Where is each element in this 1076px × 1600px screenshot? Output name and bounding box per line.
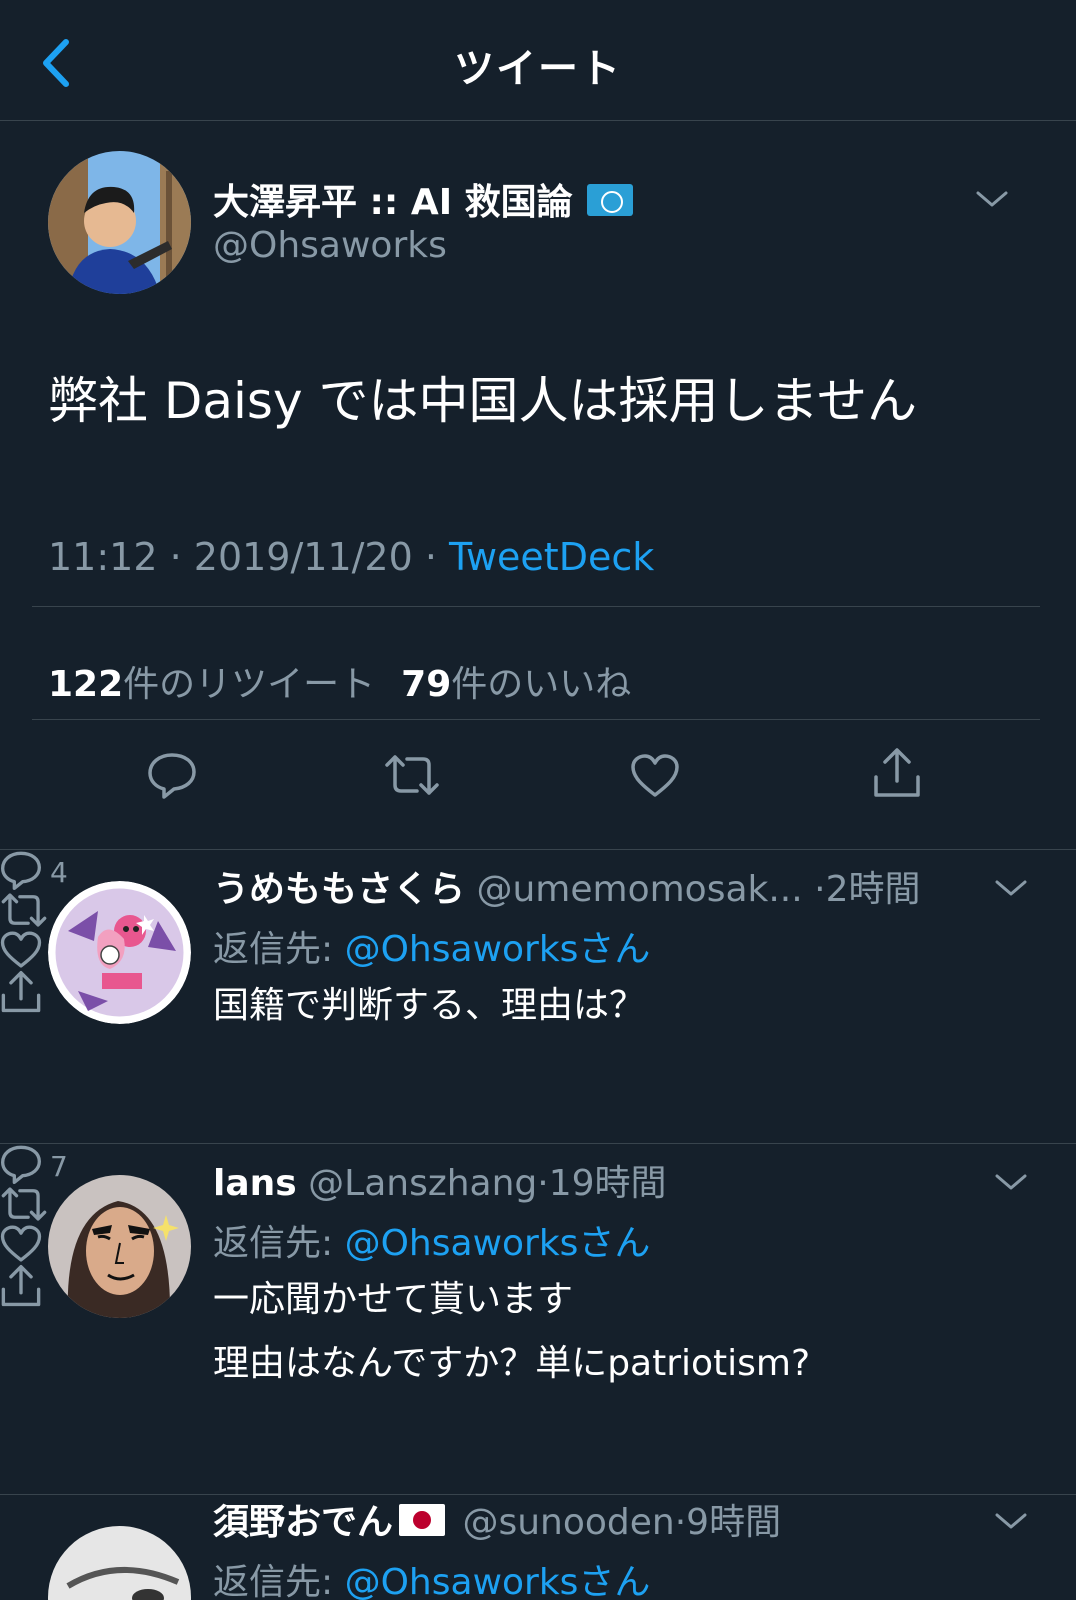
reply-tweet[interactable]: lans @Lanszhang·19時間 返信先: @Ohsaworksさん 一… [0, 1144, 1076, 1495]
tweet-time: 11:12 [48, 535, 158, 579]
retweet-button[interactable] [383, 751, 441, 799]
reply-time: ·9時間 [674, 1502, 782, 1543]
reply-to-prefix: 返信先: [213, 1223, 334, 1264]
reply-to-prefix: 返信先: [213, 929, 334, 970]
chevron-down-icon [995, 880, 1027, 896]
reply-to-line: 返信先: @Ohsaworksさん [213, 920, 650, 972]
avatar[interactable] [48, 881, 191, 1024]
page-title: ツイート [454, 46, 622, 92]
reply-text: 国籍で判断する、理由は？ [213, 974, 645, 1038]
reply-menu-button[interactable] [993, 876, 1029, 900]
reply-to-line: 返信先: @Ohsaworksさん [213, 1553, 650, 1600]
author-handle[interactable]: @Ohsaworks [213, 225, 447, 266]
tweet-source-link[interactable]: TweetDeck [449, 535, 654, 579]
share-button[interactable] [872, 747, 922, 799]
chevron-down-icon [976, 191, 1008, 207]
reply-to-prefix: 返信先: [213, 1562, 334, 1600]
main-tweet: 大澤昇平 :: AI 救国論 @Ohsaworks 弊社 Daisy では中国人… [0, 121, 1076, 850]
retweet-icon [1, 1187, 47, 1221]
divider [32, 606, 1040, 607]
reply-text-line: 理由はなんですか？単にpatriotism? [213, 1343, 811, 1384]
avatar[interactable] [48, 1526, 191, 1600]
retweet-count: 122 [48, 664, 124, 705]
like-icon [631, 754, 679, 797]
chevron-down-icon [995, 1513, 1027, 1529]
reply-header: うめももさくら @umemomosak... ·2時間 [213, 860, 921, 912]
divider [32, 719, 1040, 720]
retweet-icon [1, 893, 47, 927]
share-icon [1, 971, 41, 1013]
reply-menu-button[interactable] [993, 1170, 1029, 1194]
like-count: 79 [401, 664, 452, 705]
reply-text-line: 一応聞かせて貰います [213, 1279, 574, 1320]
reply-header: 須野おでん @sunooden·9時間 [213, 1495, 781, 1545]
reply-to-line: 返信先: @Ohsaworksさん [213, 1214, 650, 1266]
tweet-meta: 11:12 · 2019/11/20 · TweetDeck [48, 535, 654, 579]
like-icon [0, 931, 42, 968]
reply-author-name[interactable]: 須野おでん [213, 1502, 451, 1543]
reply-icon [0, 1145, 41, 1184]
reply-text: 一応聞かせて貰います 理由はなんですか？単にpatriotism? [213, 1268, 810, 1396]
reply-author-handle[interactable]: @sunooden [462, 1502, 674, 1543]
likes-stat[interactable]: 79件のいいね [401, 664, 631, 705]
japan-flag-icon [399, 1504, 446, 1536]
reply-menu-button[interactable] [993, 1509, 1029, 1533]
like-button[interactable] [630, 753, 680, 799]
reply-time: ·2時間 [814, 869, 921, 910]
reply-icon [0, 851, 41, 890]
author-name-text: 大澤昇平 :: AI 救国論 [213, 182, 573, 223]
retweet-label: 件のリツイート [123, 664, 376, 705]
reply-author-handle[interactable]: @Lanszhang [308, 1163, 537, 1204]
like-label: 件のいいね [451, 664, 632, 705]
reply-to-link[interactable]: @Ohsaworksさん [345, 1562, 651, 1600]
tweet-menu-button[interactable] [974, 187, 1010, 211]
reply-to-link[interactable]: @Ohsaworksさん [345, 929, 651, 970]
author-name: 大澤昇平 :: AI 救国論 [213, 173, 633, 225]
avatar[interactable] [48, 151, 191, 294]
like-count: 7 [50, 1150, 68, 1183]
tweet-stats: 122件のリツイート 79件のいいね [48, 655, 631, 707]
share-icon [874, 748, 920, 797]
reply-author-handle[interactable]: @umemomosak... [476, 869, 802, 910]
un-flag-icon [586, 184, 633, 216]
reply-icon [148, 753, 196, 799]
like-count: 4 [50, 856, 68, 889]
like-icon [0, 1225, 42, 1262]
tweet-text: 弊社 Daisy では中国人は採用しません [48, 372, 917, 430]
separator: · [412, 535, 450, 579]
share-icon [1, 1265, 41, 1307]
avatar[interactable] [48, 1175, 191, 1318]
reply-button[interactable] [147, 751, 197, 799]
top-navigation-bar: ツイート [0, 0, 1076, 121]
tweet-date: 2019/11/20 [193, 535, 413, 579]
reply-author-name[interactable]: うめももさくら [213, 869, 465, 910]
retweets-stat[interactable]: 122件のリツイート [48, 664, 375, 705]
reply-to-link[interactable]: @Ohsaworksさん [345, 1223, 651, 1264]
reply-text-line: 国籍で判断する、理由は？ [213, 985, 646, 1026]
retweet-icon [385, 755, 439, 795]
reply-header: lans @Lanszhang·19時間 [213, 1154, 667, 1206]
separator: · [157, 535, 194, 579]
reply-tweet[interactable]: うめももさくら @umemomosak... ·2時間 返信先: @Ohsawo… [0, 850, 1076, 1144]
reply-author-name-text: 須野おでん [213, 1502, 394, 1543]
reply-time: ·19時間 [537, 1163, 667, 1204]
chevron-down-icon [995, 1174, 1027, 1190]
reply-tweet[interactable]: 須野おでん @sunooden·9時間 返信先: @Ohsaworksさん [0, 1495, 1076, 1600]
reply-author-name[interactable]: lans [213, 1163, 297, 1204]
